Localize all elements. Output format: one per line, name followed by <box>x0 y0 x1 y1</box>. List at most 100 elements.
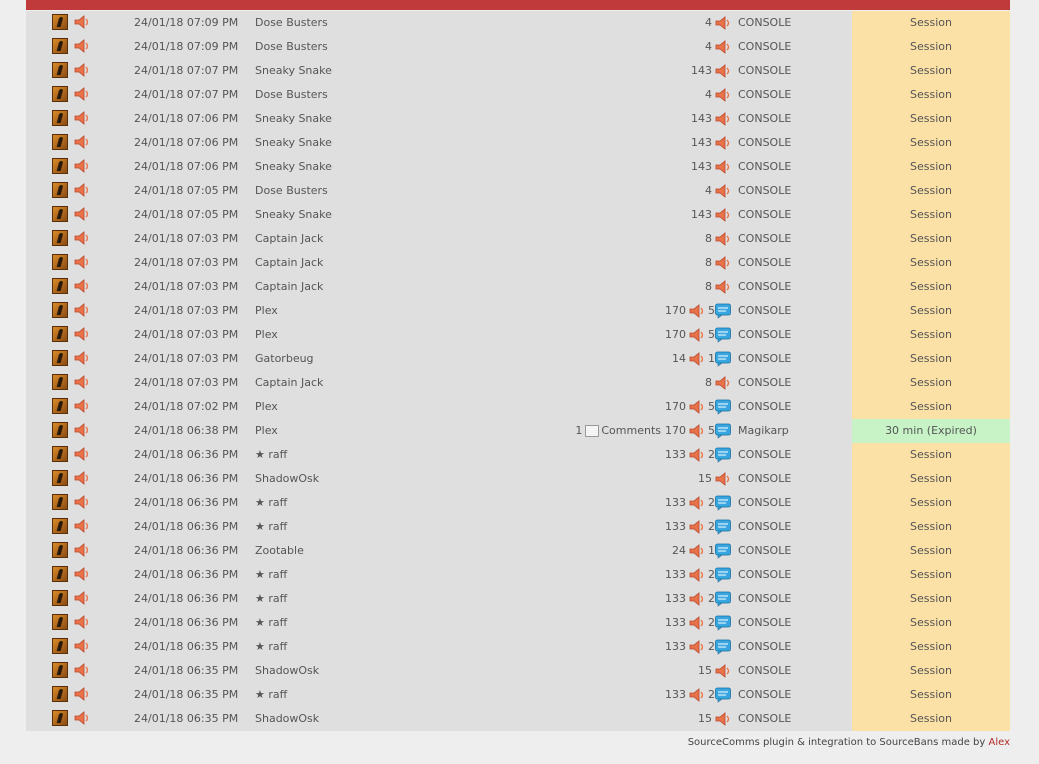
table-row[interactable]: 24/01/18 07:03 PM Captain Jack 8 CONSOLE… <box>26 371 1010 395</box>
mute-speaker-icon <box>715 112 730 126</box>
table-row[interactable]: 24/01/18 06:36 PM Zootable 24 1 CONSOLE S… <box>26 539 1010 563</box>
game-icon <box>52 566 68 582</box>
game-icon <box>52 422 68 438</box>
table-row[interactable]: 24/01/18 06:35 PM ★ raff 133 2 CONSOLE Se… <box>26 635 1010 659</box>
game-icon <box>52 182 68 198</box>
table-row[interactable]: 24/01/18 06:36 PM ★ raff 133 2 CONSOLE Se… <box>26 587 1010 611</box>
table-row[interactable]: 24/01/18 07:03 PM Plex 170 5 CONSOLE Sess… <box>26 323 1010 347</box>
mute-count: 143 <box>691 136 712 149</box>
row-counts: 4 <box>291 83 731 107</box>
gag-count: 5 <box>708 400 715 413</box>
table-row[interactable]: 24/01/18 06:36 PM ShadowOsk 15 CONSOLE S… <box>26 467 1010 491</box>
comments-indicator[interactable]: 1 Comments <box>575 419 661 443</box>
mute-speaker-icon <box>74 87 89 101</box>
mute-speaker-icon <box>689 424 704 438</box>
row-date: 24/01/18 06:36 PM <box>134 448 239 461</box>
mute-speaker-icon <box>74 303 89 317</box>
row-date: 24/01/18 06:38 PM <box>134 424 239 437</box>
table-row[interactable]: 24/01/18 06:35 PM ShadowOsk 15 CONSOLE S… <box>26 659 1010 683</box>
table-row[interactable]: 24/01/18 07:03 PM Captain Jack 8 CONSOLE… <box>26 251 1010 275</box>
table-row[interactable]: 24/01/18 07:03 PM Gatorbeug 14 1 CONSOLE … <box>26 347 1010 371</box>
gag-count: 2 <box>708 568 715 581</box>
row-icons <box>26 59 106 83</box>
table-row[interactable]: 24/01/18 06:38 PM Plex 1 Comments 170 5 Mag… <box>26 419 1010 443</box>
mute-speaker-icon <box>715 208 730 222</box>
mute-count: 8 <box>705 256 712 269</box>
table-row[interactable]: 24/01/18 07:09 PM Dose Busters 4 CONSOLE… <box>26 35 1010 59</box>
row-icons <box>26 491 106 515</box>
length-badge: Session <box>852 467 1010 491</box>
admin-name: CONSOLE <box>738 232 792 245</box>
admin-name: CONSOLE <box>738 16 792 29</box>
table-row[interactable]: 24/01/18 06:36 PM ★ raff 133 2 CONSOLE Se… <box>26 515 1010 539</box>
row-date: 24/01/18 07:03 PM <box>134 232 239 245</box>
length-badge: Session <box>852 539 1010 563</box>
admin-name: CONSOLE <box>738 160 792 173</box>
table-row[interactable]: 24/01/18 07:09 PM Dose Busters 4 CONSOLE… <box>26 11 1010 35</box>
mute-count: 133 <box>665 520 686 533</box>
mute-speaker-icon <box>74 591 89 605</box>
chat-bubble-icon <box>715 567 731 583</box>
table-row[interactable]: 24/01/18 07:02 PM Plex 170 5 CONSOLE Sess… <box>26 395 1010 419</box>
mute-speaker-icon <box>74 447 89 461</box>
row-date: 24/01/18 07:07 PM <box>134 88 239 101</box>
mute-speaker-icon <box>74 399 89 413</box>
table-row[interactable]: 24/01/18 06:36 PM ★ raff 133 2 CONSOLE Se… <box>26 611 1010 635</box>
table-row[interactable]: 24/01/18 07:05 PM Sneaky Snake 143 CONSO… <box>26 203 1010 227</box>
table-row[interactable]: 24/01/18 07:07 PM Dose Busters 4 CONSOLE… <box>26 83 1010 107</box>
row-date: 24/01/18 07:03 PM <box>134 304 239 317</box>
row-date: 24/01/18 06:35 PM <box>134 712 239 725</box>
row-counts: 133 2 <box>291 563 731 587</box>
mute-speaker-icon <box>74 183 89 197</box>
table-row[interactable]: 24/01/18 07:07 PM Sneaky Snake 143 CONSO… <box>26 59 1010 83</box>
table-row[interactable]: 24/01/18 06:36 PM ★ raff 133 2 CONSOLE Se… <box>26 491 1010 515</box>
row-date: 24/01/18 06:36 PM <box>134 568 239 581</box>
mute-speaker-icon <box>689 496 704 510</box>
table-row[interactable]: 24/01/18 07:03 PM Captain Jack 8 CONSOLE… <box>26 227 1010 251</box>
table-row[interactable]: 24/01/18 07:03 PM Captain Jack 8 CONSOLE… <box>26 275 1010 299</box>
length-badge: Session <box>852 35 1010 59</box>
row-icons <box>26 251 106 275</box>
table-row[interactable]: 24/01/18 06:36 PM ★ raff 133 2 CONSOLE Se… <box>26 443 1010 467</box>
row-date: 24/01/18 07:09 PM <box>134 16 239 29</box>
mute-count: 133 <box>665 496 686 509</box>
length-badge: Session <box>852 395 1010 419</box>
mute-count: 143 <box>691 112 712 125</box>
row-date: 24/01/18 06:35 PM <box>134 688 239 701</box>
mute-count: 4 <box>705 184 712 197</box>
table-row[interactable]: 24/01/18 07:06 PM Sneaky Snake 143 CONSO… <box>26 155 1010 179</box>
row-date: 24/01/18 07:02 PM <box>134 400 239 413</box>
admin-name: CONSOLE <box>738 328 792 341</box>
mute-speaker-icon <box>715 64 730 78</box>
row-icons <box>26 515 106 539</box>
game-icon <box>52 350 68 366</box>
table-row[interactable]: 24/01/18 06:35 PM ShadowOsk 15 CONSOLE S… <box>26 707 1010 731</box>
table-row[interactable]: 24/01/18 07:05 PM Dose Busters 4 CONSOLE… <box>26 179 1010 203</box>
mute-speaker-icon <box>715 88 730 102</box>
mute-count: 8 <box>705 280 712 293</box>
mute-speaker-icon <box>715 256 730 270</box>
table-row[interactable]: 24/01/18 07:06 PM Sneaky Snake 143 CONSO… <box>26 131 1010 155</box>
row-icons <box>26 83 106 107</box>
row-icons <box>26 563 106 587</box>
mute-speaker-icon <box>74 351 89 365</box>
table-row[interactable]: 24/01/18 06:35 PM ★ raff 133 2 CONSOLE Se… <box>26 683 1010 707</box>
chat-bubble-icon <box>715 423 731 439</box>
table-row[interactable]: 24/01/18 07:06 PM Sneaky Snake 143 CONSO… <box>26 107 1010 131</box>
row-icons <box>26 443 106 467</box>
length-badge: Session <box>852 275 1010 299</box>
row-icons <box>26 203 106 227</box>
admin-name: CONSOLE <box>738 112 792 125</box>
comms-table: 24/01/18 07:09 PM Dose Busters 4 CONSOLE… <box>26 11 1010 731</box>
comments-icon <box>585 425 600 437</box>
mute-speaker-icon <box>74 519 89 533</box>
length-badge: Session <box>852 371 1010 395</box>
mute-count: 15 <box>698 472 712 485</box>
game-icon <box>52 110 68 126</box>
footer-text: SourceComms plugin & integration to Sour… <box>687 737 989 748</box>
author-link[interactable]: Alex <box>988 737 1010 748</box>
gag-count: 2 <box>708 616 715 629</box>
mute-count: 170 <box>665 304 686 317</box>
table-row[interactable]: 24/01/18 07:03 PM Plex 170 5 CONSOLE Sess… <box>26 299 1010 323</box>
table-row[interactable]: 24/01/18 06:36 PM ★ raff 133 2 CONSOLE Se… <box>26 563 1010 587</box>
